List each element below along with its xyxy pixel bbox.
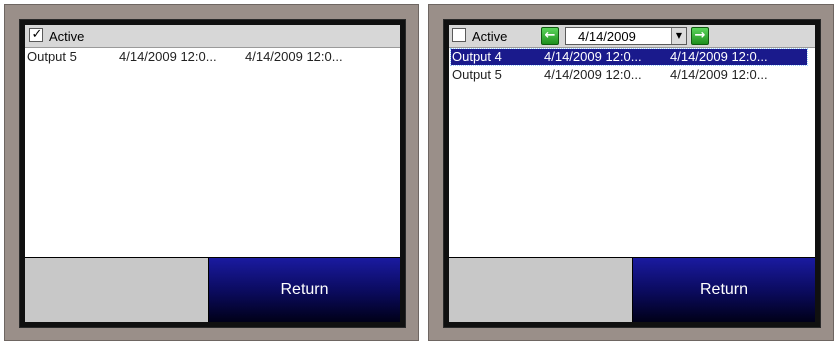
output-end-time: 4/14/2009 12:0...: [670, 67, 768, 82]
output-end-time: 4/14/2009 12:0...: [670, 49, 768, 64]
toolbar: ✓ Active: [25, 25, 400, 48]
return-button[interactable]: Return: [633, 258, 815, 322]
date-select[interactable]: 4/14/2009 ▼: [565, 27, 687, 45]
return-button[interactable]: Return: [209, 258, 400, 322]
bottom-button-bar: Return: [25, 257, 400, 322]
chevron-down-icon[interactable]: ▼: [671, 28, 686, 44]
output-list: Output 5 4/14/2009 12:0... 4/14/2009 12:…: [25, 48, 400, 258]
active-checkbox-label[interactable]: Active: [49, 29, 84, 44]
checkmark-icon: ✓: [31, 27, 43, 42]
output-name: Output 5: [452, 67, 502, 82]
toolbar: Active ← 4/14/2009 ▼ →: [449, 25, 815, 48]
right-device-panel: Active ← 4/14/2009 ▼ → Output 4 4/14/200…: [428, 4, 834, 341]
active-checkbox[interactable]: [452, 28, 466, 42]
next-date-button[interactable]: →: [691, 27, 709, 45]
list-item[interactable]: Output 5 4/14/2009 12:0... 4/14/2009 12:…: [451, 67, 807, 83]
screen: Active ← 4/14/2009 ▼ → Output 4 4/14/200…: [449, 25, 815, 322]
screen: ✓ Active Output 5 4/14/2009 12:0... 4/14…: [25, 25, 400, 322]
date-value: 4/14/2009: [578, 29, 636, 44]
bottom-button-bar: Return: [449, 257, 815, 322]
list-item-selected[interactable]: Output 4 4/14/2009 12:0... 4/14/2009 12:…: [450, 48, 808, 66]
output-name: Output 4: [452, 49, 502, 64]
screen-bezel: ✓ Active Output 5 4/14/2009 12:0... 4/14…: [19, 19, 406, 328]
output-name: Output 5: [27, 49, 77, 64]
prev-date-button[interactable]: ←: [541, 27, 559, 45]
list-item[interactable]: Output 5 4/14/2009 12:0... 4/14/2009 12:…: [27, 49, 392, 65]
arrow-left-icon: ←: [544, 28, 556, 43]
left-device-panel: ✓ Active Output 5 4/14/2009 12:0... 4/14…: [4, 4, 419, 341]
arrow-right-icon: →: [694, 28, 706, 43]
output-end-time: 4/14/2009 12:0...: [245, 49, 343, 64]
output-start-time: 4/14/2009 12:0...: [119, 49, 217, 64]
output-start-time: 4/14/2009 12:0...: [544, 49, 642, 64]
output-list: Output 4 4/14/2009 12:0... 4/14/2009 12:…: [449, 48, 815, 258]
active-checkbox[interactable]: ✓: [29, 27, 43, 42]
screen-bezel: Active ← 4/14/2009 ▼ → Output 4 4/14/200…: [443, 19, 821, 328]
output-start-time: 4/14/2009 12:0...: [544, 67, 642, 82]
blank-button[interactable]: [25, 258, 209, 322]
blank-button[interactable]: [449, 258, 633, 322]
active-checkbox-label[interactable]: Active: [472, 29, 507, 44]
